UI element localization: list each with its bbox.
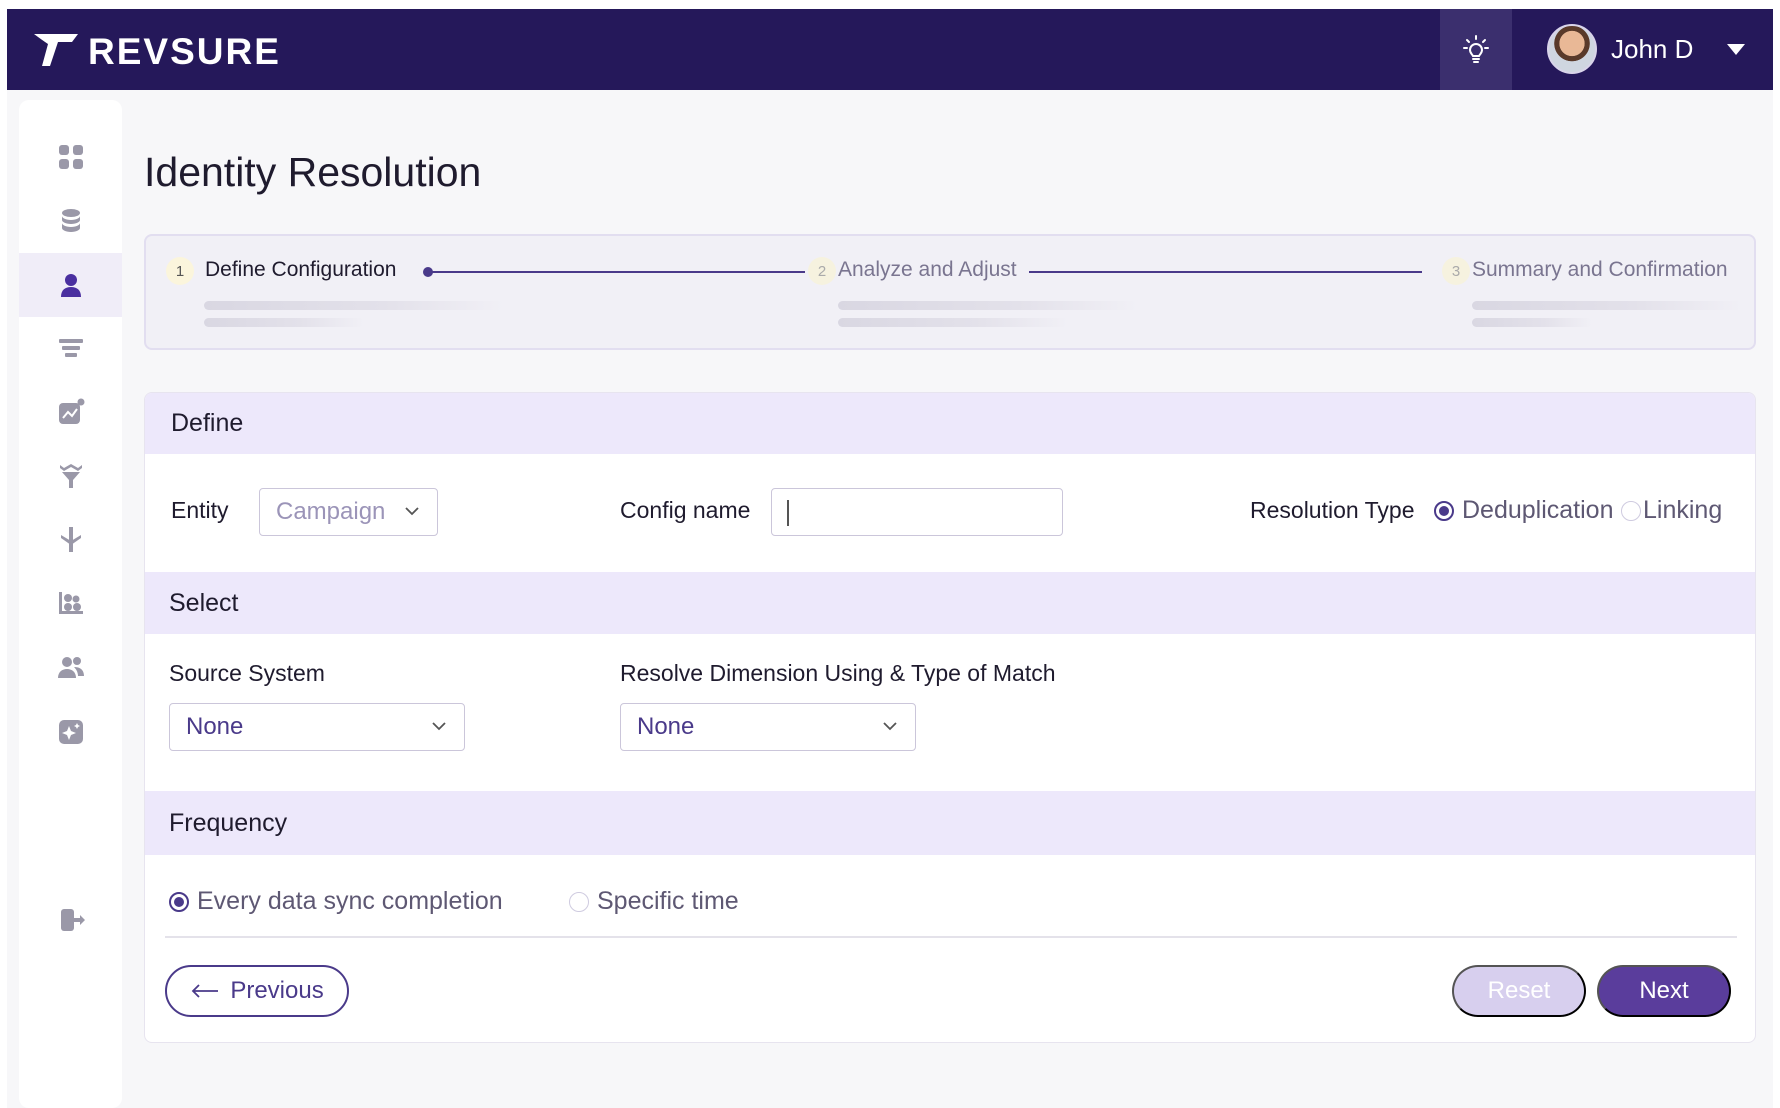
- resolution-type-label: Resolution Type: [1250, 497, 1415, 523]
- funnel-stack-icon: [58, 339, 83, 357]
- step-connector: [1029, 271, 1422, 273]
- dashboard-grid-icon: [58, 145, 83, 169]
- sidebar-item-ai[interactable]: [19, 700, 122, 764]
- radio-specific-time[interactable]: Specific time: [569, 887, 739, 916]
- configuration-form: Define Entity Campaign Config name Resol…: [144, 392, 1756, 1043]
- chevron-down-icon: [432, 722, 446, 731]
- config-name-label: Config name: [620, 497, 751, 523]
- source-system-label: Source System: [169, 660, 325, 686]
- step-skeleton-line: [204, 318, 364, 327]
- reset-button[interactable]: Reset: [1452, 965, 1586, 1017]
- step-analyze-and-adjust[interactable]: Analyze and Adjust: [838, 258, 1017, 282]
- step-number: 3: [1442, 257, 1470, 285]
- radio-checked-icon: [1434, 500, 1454, 521]
- entity-label: Entity: [171, 497, 229, 523]
- analytics-chart-icon: [58, 398, 84, 424]
- previous-button-label: Previous: [230, 977, 324, 1004]
- radio-checked-icon: [169, 891, 189, 912]
- resolve-dimension-value: None: [637, 713, 695, 740]
- sidebar-item-analytics[interactable]: [19, 380, 122, 444]
- brand-name: REVSURE: [88, 31, 281, 72]
- radio-deduplication-label: Deduplication: [1462, 496, 1614, 524]
- brand-logo-icon: [34, 34, 78, 66]
- chevron-down-icon: [883, 722, 897, 731]
- divider: [165, 936, 1737, 938]
- step-skeleton-line: [204, 301, 504, 310]
- sidebar-item-data[interactable]: [19, 189, 122, 253]
- brand-logo[interactable]: REVSURE: [32, 27, 281, 73]
- insights-button[interactable]: [1440, 9, 1512, 90]
- step-skeleton-line: [1472, 301, 1742, 310]
- sidebar-item-team[interactable]: [19, 635, 122, 699]
- lightbulb-icon: [1463, 34, 1489, 63]
- entity-select-value: Campaign: [276, 498, 386, 525]
- segments-icon: [58, 592, 83, 614]
- step-skeleton-line: [1472, 318, 1592, 327]
- step-skeleton-line: [838, 301, 1138, 310]
- resolve-dimension-label: Resolve Dimension Using & Type of Match: [620, 660, 1056, 686]
- merge-arrow-icon: [60, 527, 81, 552]
- team-icon: [57, 657, 84, 678]
- next-button[interactable]: Next: [1597, 965, 1731, 1017]
- radio-linking-label: Linking: [1643, 496, 1723, 524]
- user-name: John D: [1611, 33, 1694, 64]
- resolve-dimension-select[interactable]: None: [620, 703, 916, 751]
- entity-select[interactable]: Campaign: [259, 488, 438, 536]
- sidebar-item-segments[interactable]: [19, 571, 122, 635]
- sidebar-item-logout[interactable]: [19, 888, 122, 952]
- step-summary-and-confirmation[interactable]: Summary and Confirmation: [1472, 258, 1728, 282]
- config-name-input[interactable]: [771, 488, 1063, 536]
- user-icon: [60, 274, 81, 297]
- logout-icon: [60, 909, 85, 931]
- radio-unchecked-icon: [569, 891, 589, 912]
- sidebar: [19, 100, 122, 1108]
- arrow-left-icon: [192, 984, 219, 998]
- wizard-stepper: 1 Define Configuration 2 Analyze and Adj…: [144, 234, 1756, 350]
- previous-button[interactable]: Previous: [165, 965, 349, 1017]
- radio-every-data-sync-label: Every data sync completion: [197, 887, 503, 915]
- avatar: [1547, 24, 1597, 74]
- step-define-configuration[interactable]: Define Configuration: [205, 258, 396, 282]
- sidebar-item-identity[interactable]: [19, 253, 122, 317]
- text-cursor: [787, 500, 789, 526]
- user-menu[interactable]: John D: [1547, 23, 1746, 75]
- sidebar-item-dashboard[interactable]: [19, 125, 122, 189]
- radio-deduplication[interactable]: Deduplication: [1434, 496, 1614, 525]
- sidebar-item-merge[interactable]: [19, 507, 122, 571]
- radio-specific-time-label: Specific time: [597, 887, 739, 915]
- top-bar: REVSURE John D: [7, 9, 1773, 90]
- sidebar-item-filter[interactable]: [19, 443, 122, 507]
- chevron-down-icon: [405, 507, 419, 516]
- radio-every-data-sync[interactable]: Every data sync completion: [169, 887, 503, 916]
- filter-funnel-icon: [59, 464, 82, 488]
- section-select-heading: Select: [145, 572, 1755, 634]
- section-define-heading: Define: [145, 393, 1755, 454]
- radio-linking[interactable]: Linking: [1621, 496, 1722, 525]
- sidebar-item-funnel[interactable]: [19, 317, 122, 381]
- radio-unchecked-icon: [1621, 500, 1641, 521]
- step-number: 1: [166, 257, 194, 285]
- app-frame: REVSURE John D Identity Resolution 1 Def…: [7, 9, 1773, 1108]
- step-skeleton-line: [838, 318, 1068, 327]
- step-connector: [429, 271, 805, 273]
- caret-down-icon: [1727, 43, 1746, 55]
- step-number: 2: [808, 257, 836, 285]
- sparkle-icon: [58, 720, 83, 744]
- database-icon: [61, 209, 80, 232]
- page-title: Identity Resolution: [144, 149, 482, 195]
- source-system-value: None: [186, 713, 244, 740]
- section-frequency-heading: Frequency: [145, 791, 1755, 855]
- source-system-select[interactable]: None: [169, 703, 465, 751]
